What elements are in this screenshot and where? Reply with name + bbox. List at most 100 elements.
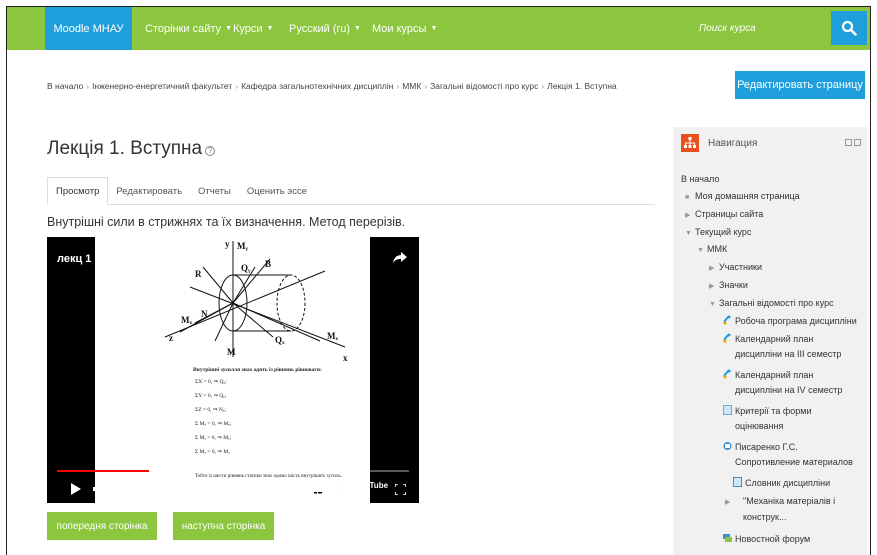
- video-time: 1:36 / 6:06: [114, 481, 157, 491]
- breadcrumb-link[interactable]: Загальні відомості про курс: [430, 81, 538, 91]
- search-icon: [841, 20, 857, 36]
- nav-item-general-info[interactable]: ▼ Загальні відомості про курс: [709, 296, 834, 312]
- page-title-text: Лекція 1. Вступна: [47, 138, 203, 159]
- chevron-right-icon: ▶: [725, 499, 731, 506]
- course-search-input[interactable]: Поиск курса: [695, 13, 827, 44]
- nav-item-mmk[interactable]: ▼ ММК: [697, 242, 727, 258]
- menu-site-pages[interactable]: Сторінки сайту ▼: [145, 7, 232, 50]
- chevron-down-icon: ▼: [225, 25, 232, 32]
- menu-courses[interactable]: Курси ▼: [233, 7, 273, 50]
- tab-edit[interactable]: Редактировать: [108, 177, 190, 205]
- glossary-icon: [733, 477, 742, 487]
- nav-label: Календарний план: [735, 370, 814, 380]
- chevron-down-icon: ▼: [430, 25, 438, 32]
- navigation-header: Навигация: [681, 134, 861, 156]
- search-button[interactable]: [831, 11, 867, 45]
- play-icon[interactable]: [71, 482, 81, 500]
- nav-item-current-course[interactable]: ▼ Текущий курс: [685, 225, 751, 241]
- volume-icon[interactable]: [93, 482, 107, 500]
- chevron-right-icon: ▶: [709, 265, 715, 272]
- url-link-icon: [723, 333, 731, 343]
- navigation-block: Навигация В начало ■ Моя домашняя страниц…: [673, 127, 867, 555]
- video-player[interactable]: y Mᵧ Qᵧ R B Mₓ N z M Qₓ Mₓ x Внутрішні з…: [47, 237, 419, 503]
- nav-item-work-program[interactable]: Робоча програма дисципліни: [723, 314, 857, 329]
- chevron-right-icon: ▶: [709, 283, 715, 290]
- nav-item-mechanics[interactable]: ▶ "Механіка матеріалів і конструк...: [725, 494, 835, 525]
- video-slide: y Mᵧ Qᵧ R B Mₓ N z M Qₓ Mₓ x Внутрішні з…: [95, 237, 370, 503]
- nav-item-calendar-plan-4[interactable]: Календарний план дисципліни на IV семестр: [723, 368, 842, 398]
- slide-equation: ΣY = 0, ⇒ Qᵧ;: [195, 393, 227, 399]
- slide-equation: ΣX = 0, ⇒ Qₓ;: [195, 379, 227, 385]
- nav-label: Текущий курс: [695, 227, 752, 237]
- edit-page-button[interactable]: Редактировать страницу: [735, 71, 865, 99]
- menu-my-courses[interactable]: Мои курсы ▼: [372, 7, 437, 50]
- nav-label: Моя домашняя страница: [695, 191, 800, 201]
- diagram-label: R: [195, 269, 202, 279]
- menu-label: Курси: [233, 22, 263, 35]
- collapse-block-icon[interactable]: [845, 139, 852, 146]
- nav-label-line2: дисципліни на ІІІ семестр: [735, 349, 842, 359]
- nav-item-pysarenko[interactable]: Писаренко Г.С. Сопротивление материалов: [723, 440, 853, 470]
- share-icon[interactable]: [393, 251, 407, 269]
- lesson-heading: Внутрішні сили в стрижнях та їх визначен…: [47, 215, 406, 229]
- tab-view[interactable]: Просмотр: [47, 177, 109, 205]
- slide-caption: Внутрішні зусилля знах одять із рівнянь …: [193, 367, 322, 373]
- page-icon: [723, 405, 732, 415]
- diagram-label: N: [201, 309, 208, 319]
- nav-label: Загальні відомості про курс: [719, 298, 834, 308]
- next-page-button[interactable]: наступна сторінка: [173, 512, 274, 540]
- nav-label: Критерії та форми: [735, 406, 812, 416]
- tab-grade-essays[interactable]: Оценить эссе: [239, 177, 315, 205]
- menu-label: Русский (ru): [289, 22, 350, 35]
- file-icon: [723, 442, 732, 450]
- chevron-down-icon: ▼: [697, 247, 704, 254]
- nav-label: Писаренко Г.С.: [735, 442, 798, 452]
- nav-item-criteria[interactable]: Критерії та форми оцінювання: [723, 404, 811, 434]
- diagram-label: x: [343, 353, 348, 363]
- chevron-down-icon: ▼: [266, 25, 274, 32]
- nav-label: ММК: [707, 244, 728, 254]
- video-controls: 1:36 / 6:06 YouTube: [47, 473, 419, 503]
- chevron-down-icon: ▼: [709, 301, 716, 308]
- fullscreen-icon[interactable]: [394, 482, 407, 500]
- menu-language[interactable]: Русский (ru) ▼: [289, 7, 361, 50]
- nav-item-home[interactable]: В начало: [681, 172, 719, 187]
- dock-block-icon[interactable]: [854, 139, 861, 146]
- menu-label: Мои курсы: [372, 22, 427, 35]
- nav-item-participants[interactable]: ▶ Участники: [709, 260, 762, 276]
- lesson-tabs: Просмотр Редактировать Отчеты Оценить эс…: [47, 177, 655, 205]
- nav-item-glossary[interactable]: Словник дисципліни: [733, 476, 830, 491]
- youtube-logo[interactable]: YouTube: [355, 481, 388, 490]
- help-icon[interactable]: ?: [205, 146, 216, 156]
- site-brand-link[interactable]: Moodle МНАУ: [45, 7, 132, 50]
- chevron-down-icon: ▼: [353, 25, 361, 32]
- breadcrumb-link[interactable]: В начало: [47, 81, 83, 91]
- page-title: Лекція 1. Вступна?: [47, 138, 216, 160]
- nav-label: Значки: [719, 280, 748, 290]
- beam-diagram: y Mᵧ Qᵧ R B Mₓ N z M Qₓ Mₓ x: [164, 239, 348, 363]
- tab-reports[interactable]: Отчеты: [190, 177, 239, 205]
- slide-equation: Σ Mᵧ = 0, ⇒ Mᵧ;: [195, 435, 232, 441]
- subtitles-icon[interactable]: [312, 483, 324, 501]
- slide-equation: Σ Mₓ = 0, ⇒ Mₓ: [195, 449, 230, 455]
- breadcrumb-link[interactable]: Інженерно-енергетичний факультет: [92, 81, 232, 91]
- diagram-label: z: [169, 333, 173, 343]
- nav-item-my-home[interactable]: ■ Моя домашняя страница: [685, 189, 800, 205]
- breadcrumb-current[interactable]: Лекція 1. Вступна: [547, 81, 616, 91]
- nav-label: Робоча програма дисципліни: [735, 316, 857, 326]
- nav-item-calendar-plan-3[interactable]: Календарний план дисципліни на ІІІ семест…: [723, 332, 841, 362]
- previous-page-button[interactable]: попередня сторінка: [47, 512, 157, 540]
- browser-frame: Moodle МНАУ Сторінки сайту ▼ Курси ▼ Русск…: [6, 6, 871, 555]
- breadcrumb-link[interactable]: Кафедра загальнотехнічних дисциплін: [241, 81, 393, 91]
- breadcrumb-link[interactable]: ММК: [402, 81, 421, 91]
- nav-item-site-pages[interactable]: ▶ Страницы сайта: [685, 207, 763, 223]
- video-title[interactable]: лекц 1 5: [57, 253, 101, 265]
- navigation-title: Навигация: [708, 138, 758, 149]
- nav-item-news-forum[interactable]: Новостной форум: [723, 532, 810, 547]
- video-progress-bar[interactable]: [57, 470, 409, 472]
- nav-label: Словник дисципліни: [745, 478, 831, 488]
- breadcrumb: В начало › Інженерно-енергетичний факульте…: [47, 81, 617, 91]
- diagram-label: Mᵧ: [237, 241, 248, 251]
- settings-icon[interactable]: [335, 482, 347, 500]
- nav-item-badges[interactable]: ▶ Значки: [709, 278, 748, 294]
